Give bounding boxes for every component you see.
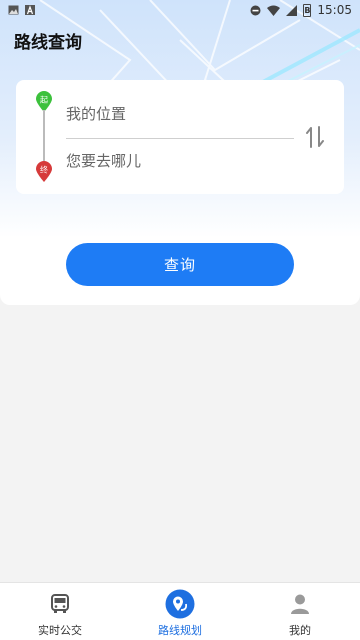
tab-mine[interactable]: 我的: [240, 583, 360, 640]
start-location-input[interactable]: 我的位置: [66, 99, 294, 129]
tab-route-planning[interactable]: 路线规划: [120, 583, 240, 640]
svg-text:起: 起: [40, 96, 48, 105]
bottom-nav: 实时公交 路线规划 我的: [0, 582, 360, 640]
svg-text:终: 终: [40, 165, 48, 175]
route-connector: [43, 110, 45, 162]
route-pin-icon: [165, 589, 195, 619]
battery-icon: B: [303, 3, 312, 17]
image-icon: [8, 5, 19, 15]
tab-realtime-bus[interactable]: 实时公交: [0, 583, 120, 640]
a-icon: [25, 5, 35, 15]
route-card: 起 终 我的位置 您要去哪儿: [16, 80, 344, 194]
search-button[interactable]: 查询: [66, 243, 294, 286]
bus-icon: [45, 589, 75, 619]
dnd-icon: [250, 5, 261, 15]
person-icon: [285, 589, 315, 619]
tab-label: 路线规划: [158, 624, 202, 637]
page-title: 路线查询: [14, 33, 82, 53]
field-divider: [66, 138, 294, 139]
status-bar: B 15:05: [0, 0, 360, 20]
status-time: 15:05: [317, 3, 352, 17]
tab-label: 实时公交: [38, 624, 82, 637]
wifi-icon: [267, 5, 281, 16]
swap-vertical-icon[interactable]: [304, 125, 326, 149]
signal-icon: [286, 4, 298, 16]
destination-input[interactable]: 您要去哪儿: [66, 146, 294, 176]
end-pin-icon: 终: [36, 161, 52, 182]
tab-label: 我的: [289, 624, 311, 637]
